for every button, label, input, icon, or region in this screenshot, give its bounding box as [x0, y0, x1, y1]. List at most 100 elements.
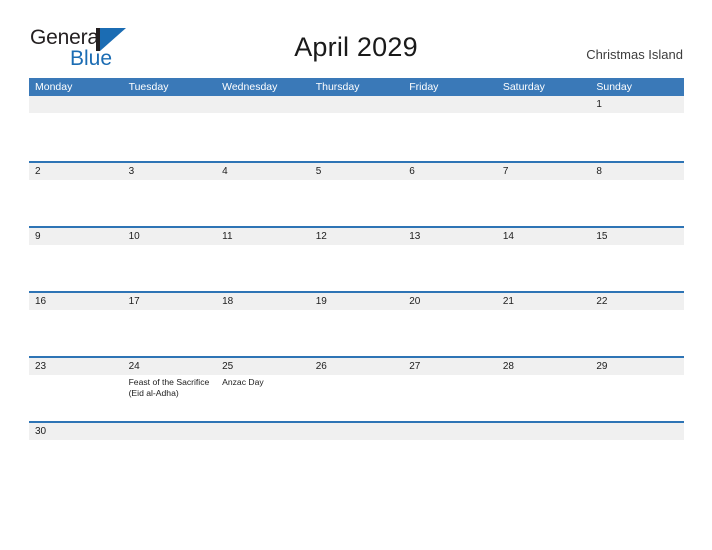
- day-events-empty: [590, 310, 684, 358]
- day-events-empty: [497, 310, 591, 358]
- day-events-empty: [216, 245, 310, 293]
- day-events-empty: [497, 375, 591, 423]
- calendar-week-row: 23 24 25 26 27 28 29 Feast of the Sacrifice (Ei…: [29, 356, 684, 423]
- day-number-empty: [310, 96, 404, 113]
- day-events-empty: [29, 245, 123, 293]
- day-number-27[interactable]: 27: [403, 358, 497, 375]
- day-events-empty: [497, 245, 591, 293]
- day-number-22[interactable]: 22: [590, 293, 684, 310]
- day-events-empty: [123, 180, 217, 228]
- calendar-week-row: 16 17 18 19 20 21 22: [29, 291, 684, 358]
- day-events-empty: [590, 375, 684, 423]
- day-events-empty: [310, 245, 404, 293]
- day-events-empty: [310, 375, 404, 423]
- day-events-empty: [29, 180, 123, 228]
- day-events-empty: [590, 180, 684, 228]
- day-events-empty: [123, 310, 217, 358]
- day-events-empty: [29, 113, 123, 161]
- day-events-empty: [310, 310, 404, 358]
- event-label: Anzac Day: [222, 377, 264, 387]
- calendar-week-row: 9 10 11 12 13 14 15: [29, 226, 684, 293]
- day-events-empty: [590, 245, 684, 293]
- day-number-12[interactable]: 12: [310, 228, 404, 245]
- day-events-empty: [216, 180, 310, 228]
- day-events-empty: [497, 113, 591, 161]
- day-number-10[interactable]: 10: [123, 228, 217, 245]
- day-number-band: 16 17 18 19 20 21 22: [29, 293, 684, 310]
- weekday-header-monday: Monday: [35, 81, 73, 93]
- day-event-band: [29, 245, 684, 293]
- day-number-6[interactable]: 6: [403, 163, 497, 180]
- weekday-header-friday: Friday: [409, 81, 439, 93]
- day-number-2[interactable]: 2: [29, 163, 123, 180]
- day-number-empty: [123, 96, 217, 113]
- day-number-1[interactable]: 1: [590, 96, 684, 113]
- day-number-25[interactable]: 25: [216, 358, 310, 375]
- day-number-empty: [497, 423, 591, 440]
- calendar-weeks: 1 2 3 4 5 6 7 8 9 10 11 12 13 14 15 16 17 18 19 20 21 22 23 24 2…: [29, 96, 684, 441]
- day-events-empty: [403, 245, 497, 293]
- day-number-empty: [590, 423, 684, 440]
- day-number-28[interactable]: 28: [497, 358, 591, 375]
- weekday-header-thursday: Thursday: [315, 81, 360, 93]
- day-events-empty: [310, 113, 404, 161]
- day-number-empty: [123, 423, 217, 440]
- day-number-empty: [29, 96, 123, 113]
- weekday-header-sunday: Sunday: [596, 81, 632, 93]
- day-number-19[interactable]: 19: [310, 293, 404, 310]
- day-number-14[interactable]: 14: [497, 228, 591, 245]
- day-events-empty: [123, 245, 217, 293]
- day-events-24[interactable]: Feast of the Sacrifice (Eid al-Adha): [123, 375, 217, 423]
- day-event-band: [29, 113, 684, 161]
- day-number-13[interactable]: 13: [403, 228, 497, 245]
- day-number-23[interactable]: 23: [29, 358, 123, 375]
- day-number-5[interactable]: 5: [310, 163, 404, 180]
- day-number-18[interactable]: 18: [216, 293, 310, 310]
- day-number-empty: [497, 96, 591, 113]
- day-number-empty: [216, 96, 310, 113]
- day-number-29[interactable]: 29: [590, 358, 684, 375]
- day-number-16[interactable]: 16: [29, 293, 123, 310]
- day-events-empty: [403, 375, 497, 423]
- day-events-empty: [29, 310, 123, 358]
- day-events-empty: [216, 113, 310, 161]
- day-events-empty: [403, 113, 497, 161]
- day-events-empty: [403, 310, 497, 358]
- day-number-20[interactable]: 20: [403, 293, 497, 310]
- calendar-week-row: 30: [29, 421, 684, 441]
- day-number-15[interactable]: 15: [590, 228, 684, 245]
- day-events-25[interactable]: Anzac Day: [216, 375, 310, 423]
- page-header: General Blue April 2029 Christmas Island: [0, 0, 712, 78]
- day-number-band: 1: [29, 96, 684, 113]
- calendar-page: General Blue April 2029 Christmas Island…: [0, 0, 712, 550]
- day-number-17[interactable]: 17: [123, 293, 217, 310]
- day-number-empty: [310, 423, 404, 440]
- day-event-band: [29, 310, 684, 358]
- day-number-24[interactable]: 24: [123, 358, 217, 375]
- weekday-header-wednesday: Wednesday: [222, 81, 278, 93]
- day-events-empty: [590, 113, 684, 161]
- weekday-header-saturday: Saturday: [502, 81, 545, 93]
- calendar-week-row: 1: [29, 96, 684, 161]
- day-events-empty: [403, 180, 497, 228]
- day-number-30[interactable]: 30: [29, 423, 123, 440]
- day-number-band: 9 10 11 12 13 14 15: [29, 228, 684, 245]
- day-number-11[interactable]: 11: [216, 228, 310, 245]
- day-number-8[interactable]: 8: [590, 163, 684, 180]
- event-label: Feast of the Sacrifice (Eid al-Adha): [128, 377, 210, 399]
- day-number-band: 23 24 25 26 27 28 29: [29, 358, 684, 375]
- day-events-empty: [123, 113, 217, 161]
- day-events-empty: [216, 310, 310, 358]
- day-number-21[interactable]: 21: [497, 293, 591, 310]
- day-events-empty: [310, 180, 404, 228]
- day-event-band: [29, 180, 684, 228]
- day-number-3[interactable]: 3: [123, 163, 217, 180]
- day-number-7[interactable]: 7: [497, 163, 591, 180]
- day-number-4[interactable]: 4: [216, 163, 310, 180]
- day-events-empty: [29, 375, 123, 423]
- region-label: Christmas Island: [586, 47, 683, 62]
- calendar-week-row: 2345678: [29, 161, 684, 228]
- weekday-header-tuesday: Tuesday: [128, 81, 169, 93]
- day-number-9[interactable]: 9: [29, 228, 123, 245]
- day-number-26[interactable]: 26: [310, 358, 404, 375]
